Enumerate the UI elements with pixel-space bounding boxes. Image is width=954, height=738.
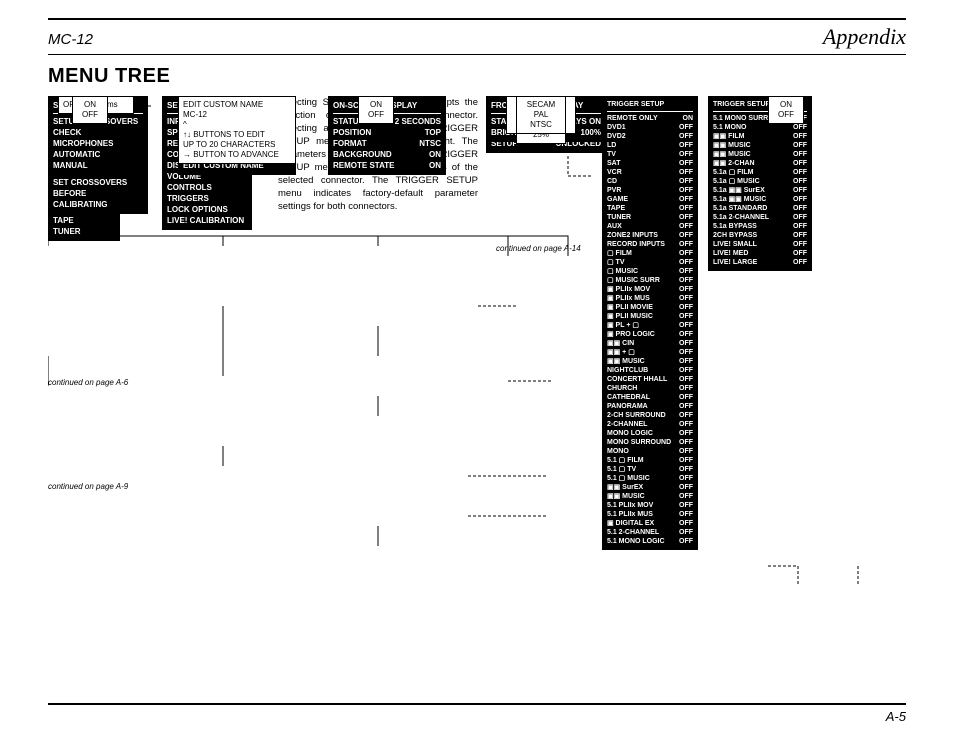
speaker-onoff: ONOFF — [72, 96, 108, 124]
display-note: EDIT CUSTOM NAMEMC-12^ ↑↓ BUTTONS TO EDI… — [178, 96, 296, 164]
model: MC-12 — [48, 31, 93, 48]
trig-onoff: ONOFF — [768, 96, 804, 124]
osd-onoff: ONOFF — [358, 96, 394, 124]
fpd-opts4: SECAMPALNTSC — [516, 96, 566, 134]
page-number: A-5 — [48, 703, 906, 724]
section: Appendix — [823, 24, 906, 50]
trigger-list-1: TRIGGER SETUP REMOTE ONLYONDVD1OFFDVD2OF… — [602, 96, 698, 550]
page-title: MENU TREE — [48, 65, 906, 88]
